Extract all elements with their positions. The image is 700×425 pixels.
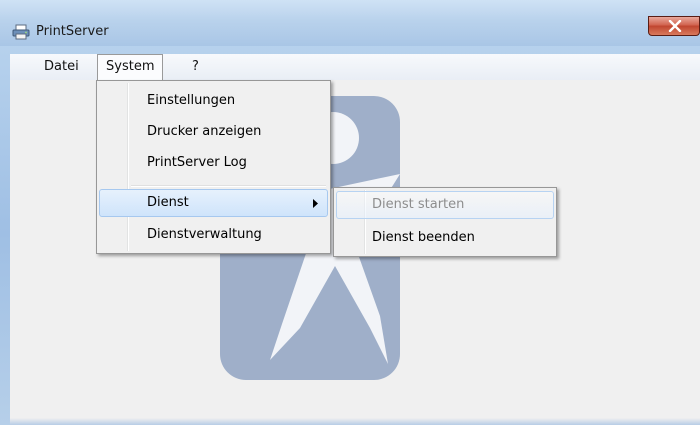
menu-item-dienst-beenden[interactable]: Dienst beenden [336,224,554,252]
menu-separator [131,185,326,187]
close-icon [668,20,682,32]
system-menu-dropdown: Einstellungen Drucker anzeigen PrintServ… [96,80,331,254]
dienst-submenu: Dienst starten Dienst beenden [333,187,557,257]
menu-item-einstellungen[interactable]: Einstellungen [99,87,328,115]
menu-bar: Datei System ? [10,54,700,80]
window-bottom-frame [10,418,700,425]
chevron-right-icon [313,199,318,208]
menu-system[interactable]: System [97,54,164,80]
close-button[interactable] [648,16,700,36]
menu-help[interactable]: ? [184,54,207,80]
menu-item-printserver-log[interactable]: PrintServer Log [99,149,328,177]
menu-datei[interactable]: Datei [36,54,87,80]
application-window: PrintServer Datei System ? Einstellungen… [0,0,700,425]
window-title: PrintServer [36,24,109,39]
printer-icon[interactable] [12,24,30,40]
title-bar[interactable]: PrintServer [0,0,700,46]
menu-item-dienst-starten[interactable]: Dienst starten [336,191,554,219]
menu-item-dienstverwaltung[interactable]: Dienstverwaltung [99,221,328,249]
menu-item-dienst-label: Dienst [147,195,189,210]
menu-item-drucker-anzeigen[interactable]: Drucker anzeigen [99,118,328,146]
menu-item-dienst[interactable]: Dienst [99,189,328,217]
